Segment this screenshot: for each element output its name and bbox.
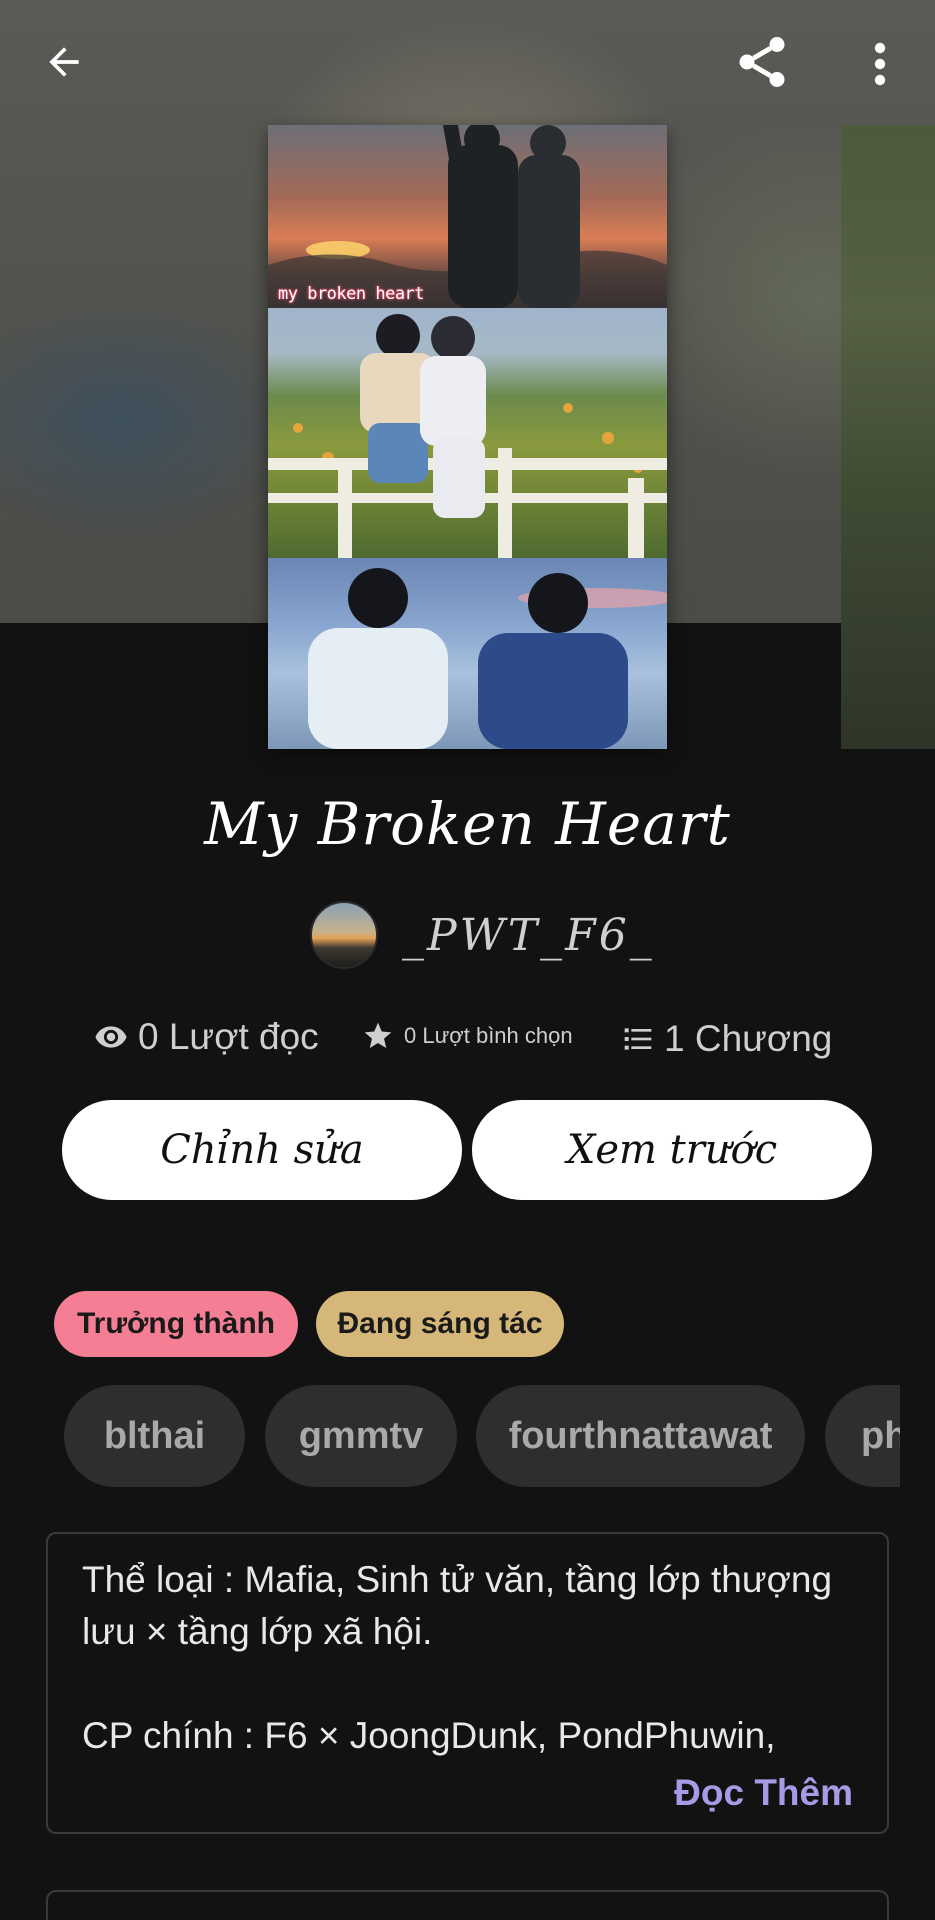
author-name[interactable]: _PWT_F6_: [402, 910, 655, 961]
arrow-left-icon: [49, 47, 79, 77]
tag-chip[interactable]: fourthnattawat: [476, 1385, 805, 1487]
cover-caption: my broken heart: [278, 284, 425, 304]
tag-chip[interactable]: ph: [825, 1385, 900, 1487]
read-more-link[interactable]: Đọc Thêm: [674, 1772, 853, 1814]
list-icon: [624, 1028, 652, 1050]
share-button[interactable]: [730, 30, 794, 94]
more-options-button[interactable]: [860, 36, 900, 92]
votes-count: 0 Lượt bình chọn: [404, 1023, 573, 1048]
votes-stat: 0 Lượt bình chọn: [362, 1020, 573, 1052]
tag-chip[interactable]: blthai: [64, 1385, 245, 1487]
next-section-box: [46, 1890, 889, 1920]
reads-stat: 0 Lượt đọc: [94, 1016, 319, 1058]
mature-badge: Trưởng thành: [54, 1291, 298, 1357]
description-line: Thể loại : Mafia, Sinh tử văn, tầng lớp …: [82, 1559, 833, 1600]
more-vertical-icon: [874, 42, 886, 86]
share-icon: [739, 37, 785, 87]
preview-button[interactable]: Xem trước: [472, 1100, 872, 1200]
next-story-cover[interactable]: [841, 125, 935, 749]
cover-silhouette: [268, 125, 667, 308]
chapters-stat[interactable]: 1 Chương: [622, 1018, 832, 1060]
reads-count: 0 Lượt đọc: [138, 1016, 319, 1057]
tag-chip[interactable]: gmmtv: [265, 1385, 457, 1487]
chapters-count[interactable]: 1 Chương: [664, 1018, 832, 1060]
story-title: My Broken Heart: [204, 790, 731, 858]
ongoing-badge: Đang sáng tác: [316, 1291, 564, 1357]
story-stats: 0 Lượt đọc 0 Lượt bình chọn 1 Chương: [0, 1010, 935, 1070]
cover-scene-beach: [308, 568, 667, 749]
cover-scene-fence: [268, 314, 667, 558]
cover-panel-sunset: my broken heart: [268, 125, 667, 308]
back-button[interactable]: [36, 34, 92, 90]
story-description[interactable]: Thể loại : Mafia, Sinh tử văn, tầng lớp …: [46, 1532, 889, 1834]
cover-panel-beach: [268, 558, 667, 749]
story-cover[interactable]: my broken heart: [268, 125, 667, 749]
edit-button[interactable]: Chỉnh sửa: [62, 1100, 462, 1200]
eye-icon: [95, 1026, 127, 1048]
author-row[interactable]: _PWT_F6_: [310, 900, 655, 970]
avatar[interactable]: [310, 901, 378, 969]
tag-list[interactable]: blthai gmmtv fourthnattawat ph: [64, 1385, 900, 1487]
description-line: CP chính : F6 × JoongDunk, PondPhuwin,: [82, 1715, 776, 1756]
star-icon: [364, 1022, 392, 1048]
cover-panel-fence: [268, 308, 667, 558]
description-line: lưu × tầng lớp xã hội.: [82, 1611, 433, 1652]
